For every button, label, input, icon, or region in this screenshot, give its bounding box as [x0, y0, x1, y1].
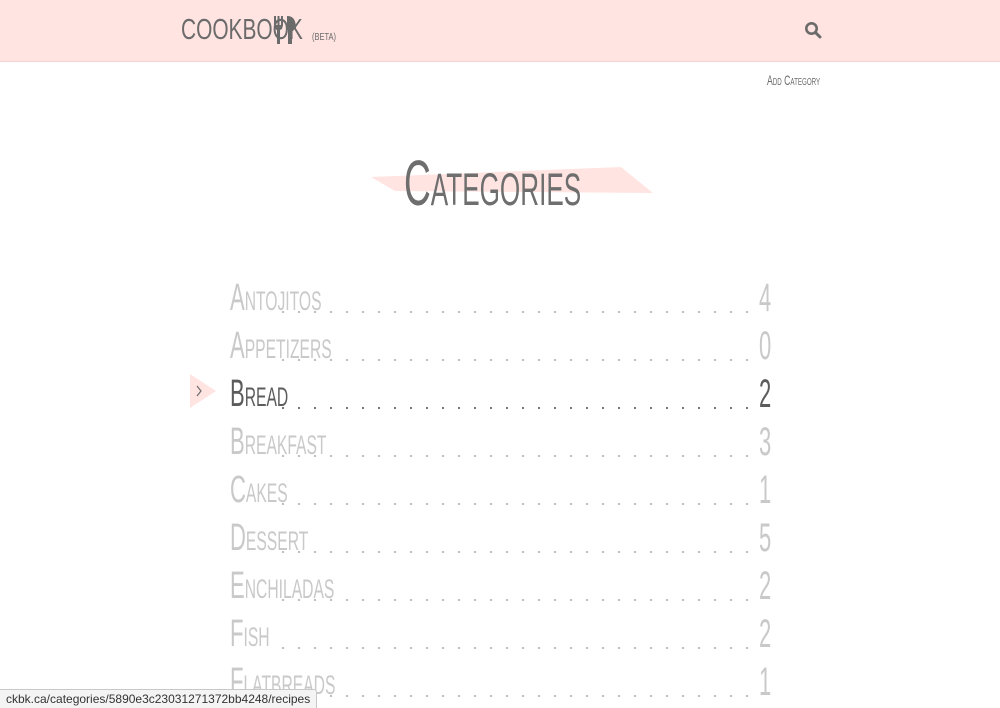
recipe-count: 2 — [758, 564, 771, 608]
category-name[interactable]: Appetizers — [230, 322, 332, 370]
category-name[interactable]: Fish — [230, 610, 270, 658]
dot-leader — [270, 646, 755, 650]
recipe-count: 1 — [758, 468, 771, 512]
category-row[interactable]: Enchiladas 2 — [230, 562, 771, 610]
dot-leader — [270, 358, 755, 362]
category-row[interactable]: Appetizers 0 — [230, 322, 771, 370]
category-name[interactable]: Dessert — [230, 514, 308, 562]
category-row-active[interactable]: Bread 2 — [190, 370, 771, 418]
top-nav-bar: COOKBOOK (BETA) — [0, 0, 1000, 62]
category-name[interactable]: Antojitos — [230, 274, 322, 322]
brand-logo[interactable]: COOKBOOK (BETA) — [181, 12, 344, 48]
dot-leader — [270, 502, 755, 506]
recipe-count: 2 — [758, 372, 771, 416]
category-name[interactable]: Cakes — [230, 466, 288, 514]
category-name[interactable]: Enchiladas — [230, 562, 334, 610]
category-name[interactable]: Breakfast — [230, 418, 327, 466]
chevron-right-icon — [190, 374, 216, 408]
page-title: Categories — [404, 147, 582, 219]
dot-leader — [270, 550, 755, 554]
browser-status-bar: ckbk.ca/categories/5890e3c23031271372bb4… — [0, 689, 318, 708]
category-row[interactable]: Fish 2 — [230, 610, 771, 658]
recipe-count: 4 — [758, 276, 771, 320]
dot-leader — [270, 454, 755, 458]
brand-name[interactable]: COOKBOOK — [181, 12, 303, 48]
dot-leader — [270, 310, 755, 314]
category-name[interactable]: Bread — [230, 370, 288, 418]
search-icon[interactable] — [804, 21, 822, 39]
category-row[interactable]: Breakfast 3 — [230, 418, 771, 466]
category-row[interactable]: Dessert 5 — [230, 514, 771, 562]
recipe-count: 3 — [758, 420, 771, 464]
recipe-count: 5 — [758, 516, 771, 560]
add-category-link[interactable]: Add Category — [767, 72, 820, 88]
dot-leader — [270, 406, 755, 410]
category-list: Antojitos 4 Appetizers 0 Bread 2 Breakfa… — [190, 274, 771, 706]
recipe-count: 2 — [758, 612, 771, 656]
category-row[interactable]: Cakes 1 — [230, 466, 771, 514]
recipe-count: 0 — [758, 324, 771, 368]
beta-badge: (BETA) — [312, 32, 337, 43]
recipe-count: 1 — [758, 660, 771, 704]
dot-leader — [270, 598, 755, 602]
dot-leader — [270, 694, 755, 698]
category-row[interactable]: Antojitos 4 — [230, 274, 771, 322]
